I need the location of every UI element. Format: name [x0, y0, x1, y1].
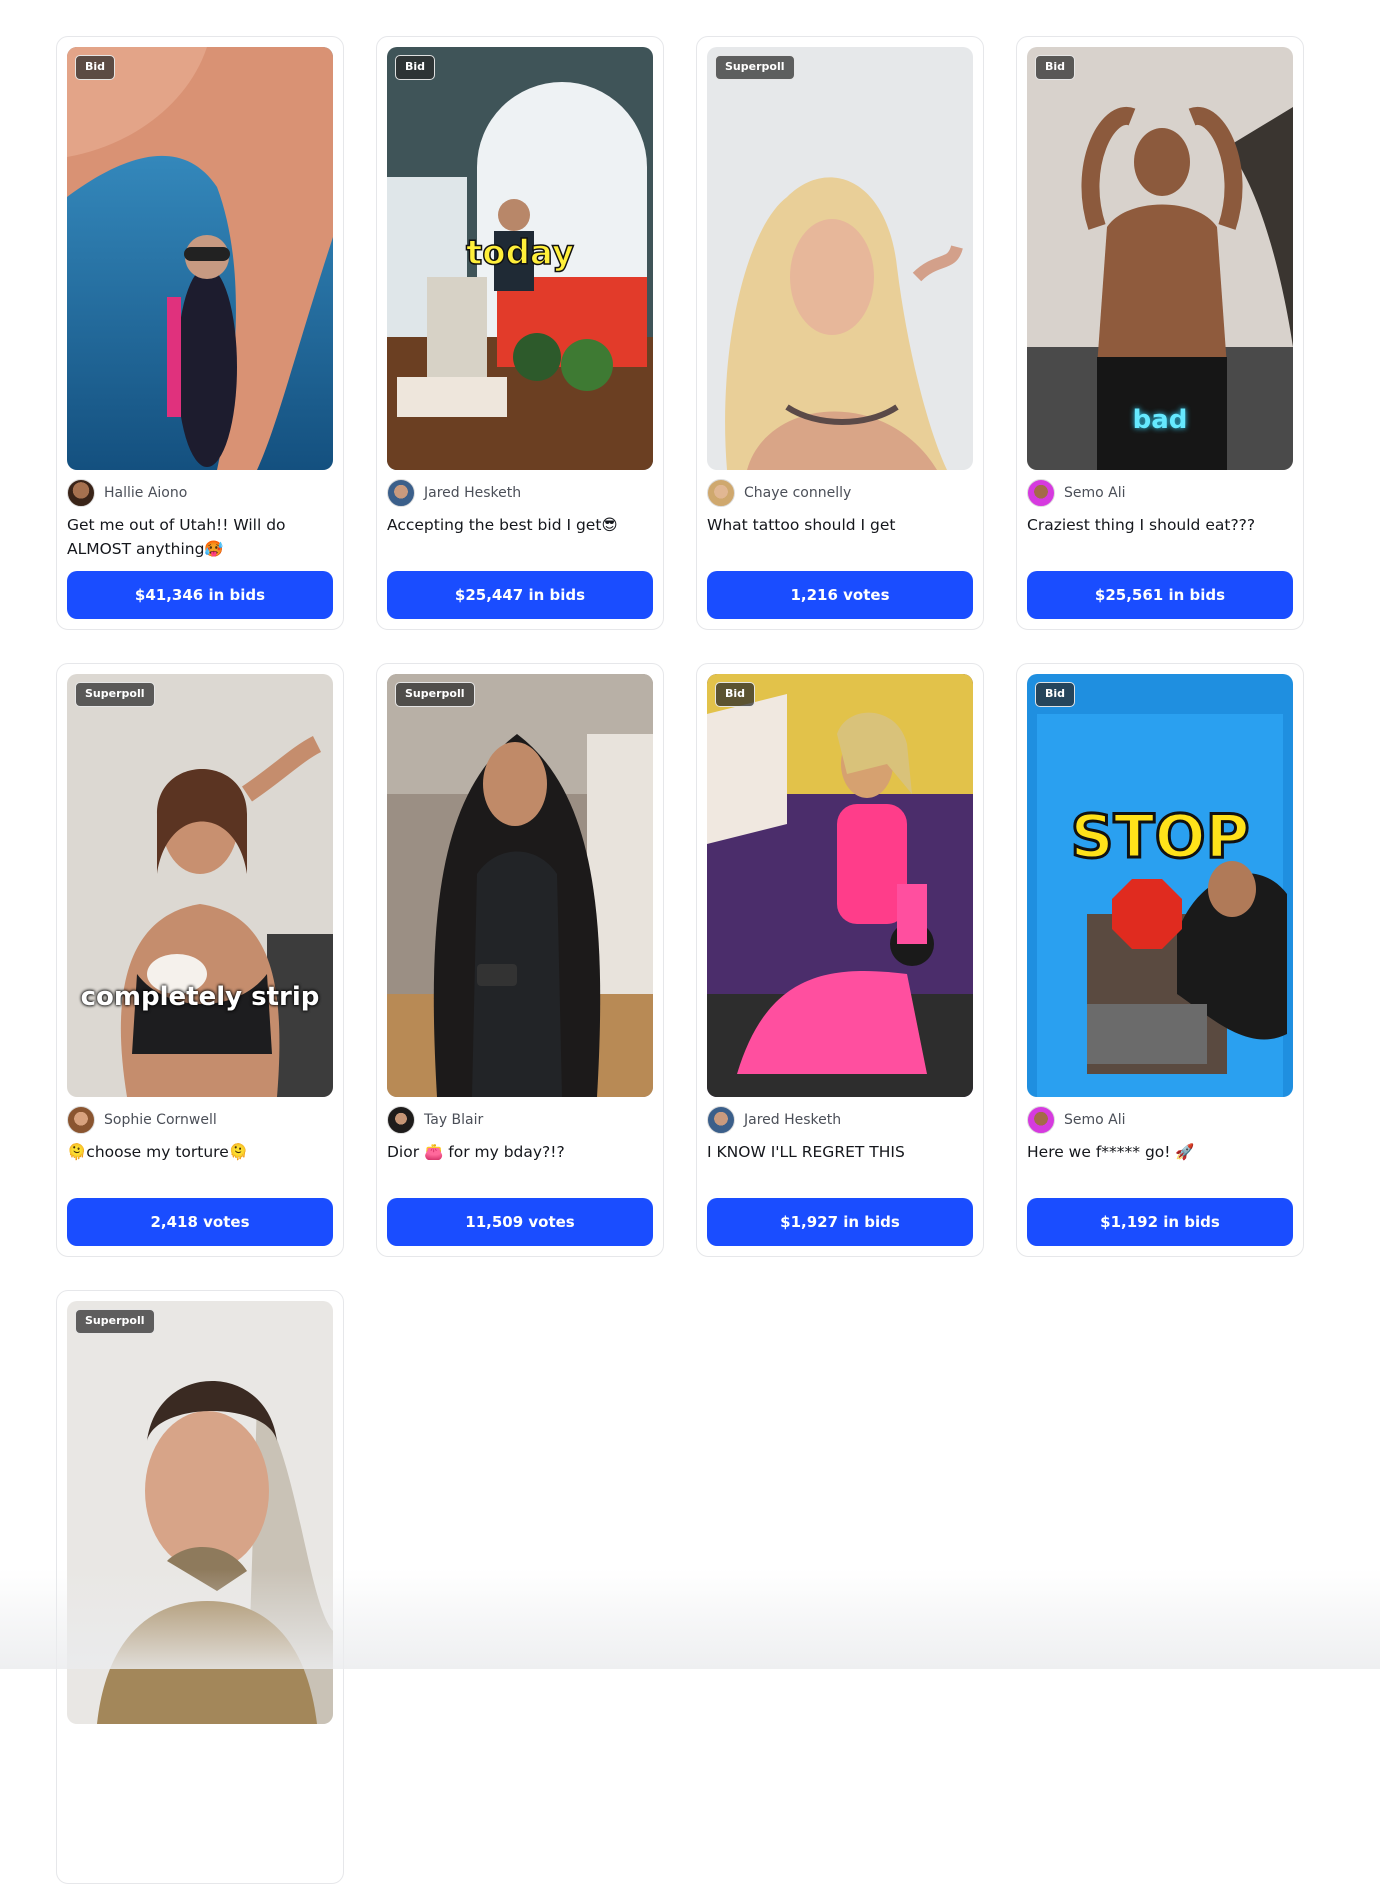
creator-name[interactable]: Hallie Aiono — [104, 485, 187, 501]
content-card[interactable]: today Bid Jared Hesketh Accepting the be… — [376, 36, 664, 630]
video-overlay-text: bad — [1087, 405, 1233, 435]
creator-row[interactable]: Sophie Cornwell — [67, 1106, 333, 1134]
card-caption: Accepting the best bid I get😎 — [387, 513, 653, 561]
creator-name[interactable]: Jared Hesketh — [424, 485, 521, 501]
card-type-badge: Superpoll — [75, 1309, 155, 1334]
video-overlay-text: today — [387, 233, 653, 273]
avatar — [707, 1106, 735, 1134]
video-overlay-text: completely strip — [67, 982, 333, 1012]
thumbnail-image — [67, 674, 333, 1097]
bid-button[interactable]: $25,447 in bids — [387, 571, 653, 619]
creator-name[interactable]: Sophie Cornwell — [104, 1112, 217, 1128]
vote-button[interactable]: 1,216 votes — [707, 571, 973, 619]
content-card[interactable]: Bid Hallie Aiono Get me out of Utah!! Wi… — [56, 36, 344, 630]
content-card[interactable]: Bid Jared Hesketh I KNOW I'LL REGRET THI… — [696, 663, 984, 1257]
video-thumbnail[interactable]: today Bid — [387, 47, 653, 470]
card-type-badge: Superpoll — [75, 682, 155, 707]
creator-row[interactable]: Chaye connelly — [707, 479, 973, 507]
card-type-badge: Superpoll — [715, 55, 795, 80]
thumbnail-image — [67, 47, 333, 470]
creator-name[interactable]: Tay Blair — [424, 1112, 483, 1128]
creator-row[interactable]: Tay Blair — [387, 1106, 653, 1134]
card-caption: What tattoo should I get — [707, 513, 973, 561]
thumbnail-image — [707, 674, 973, 1097]
avatar — [1027, 479, 1055, 507]
avatar — [1027, 1106, 1055, 1134]
video-thumbnail[interactable]: Bid — [707, 674, 973, 1097]
card-caption: Craziest thing I should eat??? — [1027, 513, 1293, 561]
vote-button[interactable]: 2,418 votes — [67, 1198, 333, 1246]
video-thumbnail[interactable]: Superpoll — [387, 674, 653, 1097]
creator-name[interactable]: Semo Ali — [1064, 1112, 1126, 1128]
card-type-badge: Bid — [75, 55, 115, 80]
thumbnail-image — [67, 1301, 333, 1724]
content-card[interactable]: Superpoll Tay Blair Dior 👛 for my bday?!… — [376, 663, 664, 1257]
avatar — [387, 479, 415, 507]
avatar — [707, 479, 735, 507]
creator-row[interactable]: Semo Ali — [1027, 1106, 1293, 1134]
card-type-badge: Superpoll — [395, 682, 475, 707]
avatar — [387, 1106, 415, 1134]
video-thumbnail[interactable]: Superpoll — [67, 1301, 333, 1724]
card-caption: I KNOW I'LL REGRET THIS — [707, 1140, 973, 1188]
card-caption: Here we f***** go! 🚀 — [1027, 1140, 1293, 1188]
bid-button[interactable]: $41,346 in bids — [67, 571, 333, 619]
card-caption: 🫠choose my torture🫠 — [67, 1140, 333, 1188]
video-overlay-text: STOP — [1027, 802, 1293, 872]
thumbnail-image — [1027, 674, 1293, 1097]
card-type-badge: Bid — [715, 682, 755, 707]
vote-button[interactable]: 11,509 votes — [387, 1198, 653, 1246]
card-type-badge: Bid — [1035, 55, 1075, 80]
creator-name[interactable]: Chaye connelly — [744, 485, 851, 501]
bid-button[interactable]: $1,927 in bids — [707, 1198, 973, 1246]
bid-button[interactable]: $25,561 in bids — [1027, 571, 1293, 619]
creator-row[interactable]: Hallie Aiono — [67, 479, 333, 507]
video-thumbnail[interactable]: Superpoll — [707, 47, 973, 470]
content-card[interactable]: bad Bid Semo Ali Craziest thing I should… — [1016, 36, 1304, 630]
video-thumbnail[interactable]: Bid — [67, 47, 333, 470]
video-thumbnail[interactable]: bad Bid — [1027, 47, 1293, 470]
video-thumbnail[interactable]: completely strip Superpoll — [67, 674, 333, 1097]
card-type-badge: Bid — [1035, 682, 1075, 707]
bid-button[interactable]: $1,192 in bids — [1027, 1198, 1293, 1246]
creator-row[interactable]: Semo Ali — [1027, 479, 1293, 507]
creator-name[interactable]: Jared Hesketh — [744, 1112, 841, 1128]
card-caption: Dior 👛 for my bday?!? — [387, 1140, 653, 1188]
content-card[interactable]: STOP Bid Semo Ali Here we f***** go! 🚀 $… — [1016, 663, 1304, 1257]
thumbnail-image — [387, 674, 653, 1097]
creator-row[interactable]: Jared Hesketh — [707, 1106, 973, 1134]
card-type-badge: Bid — [395, 55, 435, 80]
content-card[interactable]: Superpoll — [56, 1290, 344, 1884]
creator-row[interactable]: Jared Hesketh — [387, 479, 653, 507]
avatar — [67, 479, 95, 507]
content-card[interactable]: completely strip Superpoll Sophie Cornwe… — [56, 663, 344, 1257]
content-card[interactable]: Superpoll Chaye connelly What tattoo sho… — [696, 36, 984, 630]
content-grid: Bid Hallie Aiono Get me out of Utah!! Wi… — [56, 36, 1304, 1884]
thumbnail-image — [707, 47, 973, 470]
creator-name[interactable]: Semo Ali — [1064, 485, 1126, 501]
avatar — [67, 1106, 95, 1134]
card-caption: Get me out of Utah!! Will do ALMOST anyt… — [67, 513, 333, 561]
video-thumbnail[interactable]: STOP Bid — [1027, 674, 1293, 1097]
